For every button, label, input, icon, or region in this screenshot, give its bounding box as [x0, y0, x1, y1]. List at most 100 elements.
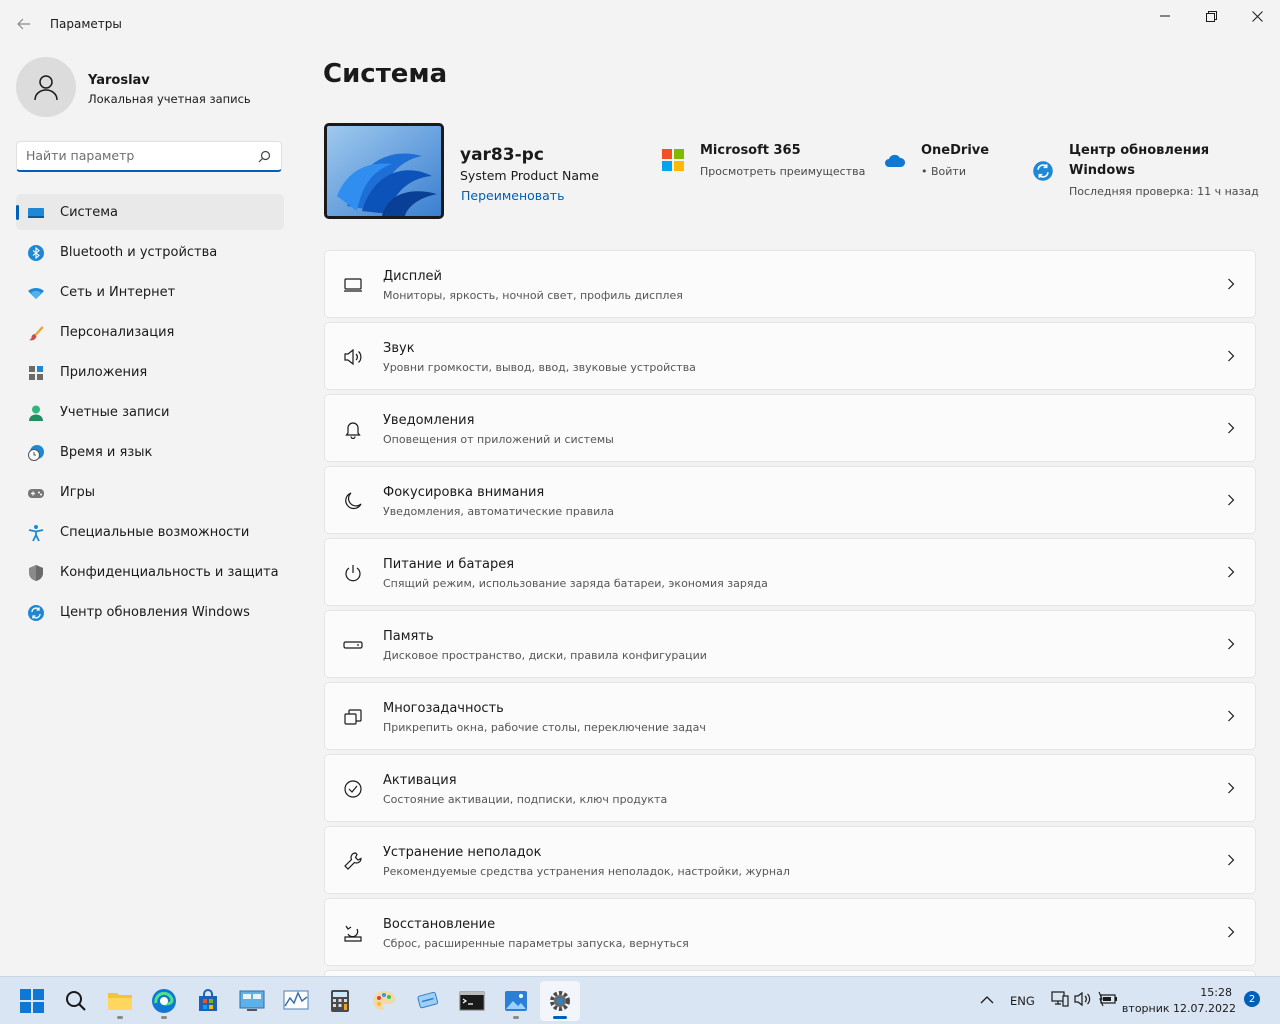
- windows-update-icon: [28, 605, 44, 621]
- sidebar-item-apps[interactable]: Приложения: [16, 354, 284, 390]
- setting-row-storage[interactable]: Память Дисковое пространство, диски, пра…: [324, 610, 1256, 678]
- setting-row-focus[interactable]: Фокусировка внимания Уведомления, автома…: [324, 466, 1256, 534]
- setting-subtitle: Уведомления, автоматические правила: [383, 505, 614, 518]
- taskbar-edge[interactable]: [144, 981, 184, 1021]
- setting-subtitle: Оповещения от приложений и системы: [383, 433, 614, 446]
- restore-icon: [1205, 10, 1217, 22]
- back-button[interactable]: [10, 12, 38, 36]
- running-indicator: [513, 1016, 519, 1019]
- tile-subtitle: Просмотреть преимущества: [700, 165, 866, 178]
- taskbar-terminal[interactable]: [452, 981, 492, 1021]
- chevron-right-icon: [1228, 638, 1235, 650]
- chevron-right-icon: [1228, 350, 1235, 362]
- start-button[interactable]: [12, 981, 52, 1021]
- chevron-right-icon: [1228, 422, 1235, 434]
- taskbar-photos[interactable]: [496, 981, 536, 1021]
- account-icon: [29, 405, 43, 421]
- sidebar-item-personalization[interactable]: Персонализация: [16, 314, 284, 350]
- bell-icon: [345, 422, 361, 439]
- search-box[interactable]: [16, 141, 282, 172]
- setting-row-multitasking[interactable]: Многозадачность Прикрепить окна, рабочие…: [324, 682, 1256, 750]
- sidebar-item-label: Игры: [60, 485, 96, 500]
- chevron-right-icon: [1228, 782, 1235, 794]
- network-ethernet-icon[interactable]: [1051, 991, 1069, 1007]
- setting-row-activation[interactable]: Активация Состояние активации, подписки,…: [324, 754, 1256, 822]
- chevron-up-icon[interactable]: [980, 995, 994, 1005]
- sidebar-item-system[interactable]: Система: [16, 194, 284, 230]
- taskbar-device-app[interactable]: [408, 981, 448, 1021]
- restore-button[interactable]: [1188, 0, 1234, 32]
- close-button[interactable]: [1234, 0, 1280, 32]
- moon-icon: [345, 492, 362, 510]
- user-name: Yaroslav: [88, 73, 150, 88]
- minimize-button[interactable]: [1142, 0, 1188, 32]
- setting-subtitle: Сброс, расширенные параметры запуска, ве…: [383, 937, 689, 950]
- sidebar-item-privacy[interactable]: Конфиденциальность и защита: [16, 554, 284, 590]
- setting-row-display[interactable]: Дисплей Мониторы, яркость, ночной свет, …: [324, 250, 1256, 318]
- sidebar-item-time-language[interactable]: Время и язык: [16, 434, 284, 470]
- setting-title: Активация: [383, 773, 457, 788]
- setting-title: Питание и батарея: [383, 557, 515, 572]
- sidebar-item-accounts[interactable]: Учетные записи: [16, 394, 284, 430]
- setting-title: Восстановление: [383, 917, 496, 932]
- taskbar-search-button[interactable]: [56, 981, 96, 1021]
- taskbar-performance-monitor[interactable]: [276, 981, 316, 1021]
- sidebar-item-accessibility[interactable]: Специальные возможности: [16, 514, 284, 550]
- taskbar-store[interactable]: [188, 981, 228, 1021]
- taskbar-settings[interactable]: [540, 981, 580, 1021]
- sidebar-item-gaming[interactable]: Игры: [16, 474, 284, 510]
- rename-link[interactable]: Переименовать: [461, 188, 564, 203]
- search-input[interactable]: [26, 148, 246, 163]
- setting-title: Устранение неполадок: [383, 845, 542, 860]
- close-icon: [1251, 10, 1263, 22]
- tile-title: OneDrive: [921, 143, 990, 158]
- taskbar-control-panel[interactable]: [232, 981, 272, 1021]
- volume-icon[interactable]: [1074, 991, 1092, 1007]
- notification-count-badge[interactable]: 2: [1244, 991, 1260, 1007]
- setting-title: Многозадачность: [383, 701, 504, 716]
- device-card-icon: [417, 991, 439, 1009]
- power-icon: [345, 565, 361, 582]
- window-title: Параметры: [50, 17, 122, 31]
- taskbar: ENG 15:28 вторник 12.07.2022: [0, 976, 1280, 1024]
- setting-row-power[interactable]: Питание и батарея Спящий режим, использо…: [324, 538, 1256, 606]
- tile-subtitle: • Войти: [921, 165, 966, 178]
- sidebar-item-label: Bluetooth и устройства: [60, 245, 218, 260]
- setting-row-recovery[interactable]: Восстановление Сброс, расширенные параме…: [324, 898, 1256, 966]
- sidebar-item-bluetooth[interactable]: Bluetooth и устройства: [16, 234, 284, 270]
- sidebar-item-label: Время и язык: [60, 445, 153, 460]
- setting-row-notifications[interactable]: Уведомления Оповещения от приложений и с…: [324, 394, 1256, 462]
- system-icon: [28, 208, 44, 218]
- chevron-right-icon: [1228, 278, 1235, 290]
- edge-browser-icon: [152, 989, 176, 1013]
- performance-chart-icon: [283, 990, 309, 1010]
- taskbar-paint[interactable]: [364, 981, 404, 1021]
- bluetooth-icon: [28, 245, 44, 261]
- onedrive-cloud-icon: [885, 154, 906, 167]
- avatar[interactable]: [16, 57, 76, 117]
- running-indicator: [161, 1016, 167, 1019]
- time-language-icon: [28, 445, 44, 461]
- windows-logo-icon: [20, 989, 44, 1013]
- running-indicator: [117, 1016, 123, 1019]
- multitasking-icon: [344, 709, 362, 725]
- sidebar-item-label: Специальные возможности: [60, 525, 250, 540]
- setting-subtitle: Уровни громкости, вывод, ввод, звуковые …: [383, 361, 696, 374]
- sidebar-item-network[interactable]: Сеть и Интернет: [16, 274, 284, 310]
- setting-title: Фокусировка внимания: [383, 485, 545, 500]
- clock-date[interactable]: вторник 12.07.2022: [1122, 1002, 1236, 1015]
- settings-list: Дисплей Мониторы, яркость, ночной свет, …: [324, 250, 1256, 980]
- paint-palette-icon: [373, 991, 395, 1010]
- input-language-indicator[interactable]: ENG: [1010, 994, 1035, 1008]
- tile-title-line2: Windows: [1069, 163, 1136, 178]
- storage-icon: [343, 641, 363, 649]
- photos-icon: [505, 991, 527, 1011]
- page-title: Система: [323, 59, 448, 89]
- taskbar-calculator[interactable]: [320, 981, 360, 1021]
- clock-time[interactable]: 15:28: [1200, 986, 1232, 999]
- sidebar-item-windows-update[interactable]: Центр обновления Windows: [16, 594, 284, 630]
- battery-charging-icon[interactable]: [1098, 991, 1118, 1007]
- setting-row-troubleshoot[interactable]: Устранение неполадок Рекомендуемые средс…: [324, 826, 1256, 894]
- setting-row-sound[interactable]: Звук Уровни громкости, вывод, ввод, звук…: [324, 322, 1256, 390]
- taskbar-file-explorer[interactable]: [100, 981, 140, 1021]
